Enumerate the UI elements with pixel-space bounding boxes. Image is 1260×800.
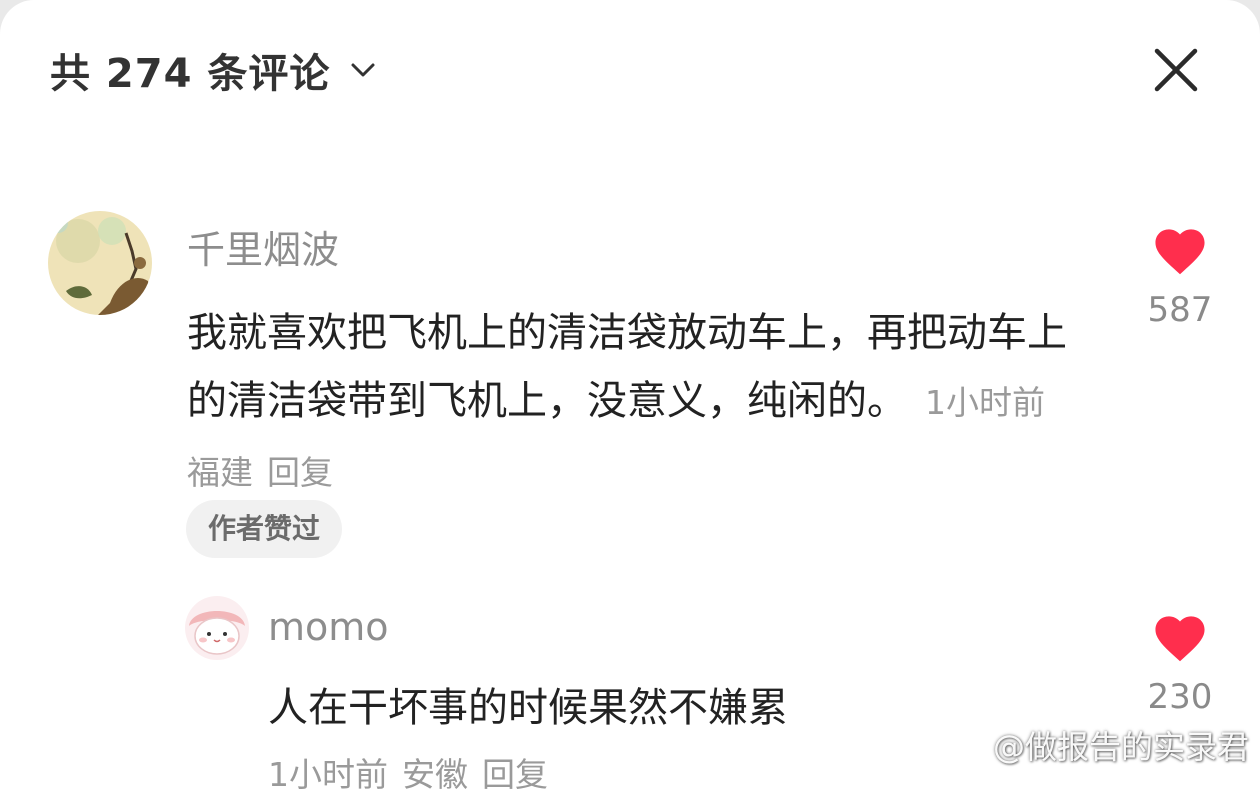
reply-like-count: 230: [1147, 677, 1213, 717]
reply-button[interactable]: 回复: [267, 453, 333, 492]
comment-body: 我就喜欢把飞机上的清洁袋放动车上，再把动车上的清洁袋带到飞机上，没意义，纯闲的。…: [187, 299, 1087, 507]
avatar[interactable]: [48, 211, 152, 315]
reply-username[interactable]: momo: [268, 605, 389, 649]
comment-count-title: 共 274 条评论: [50, 51, 331, 97]
comment-time: 1小时前: [925, 383, 1045, 422]
comments-header: 共 274 条评论: [50, 44, 376, 97]
reply-like-button[interactable]: 230: [1130, 609, 1230, 717]
reply-text: 人在干坏事的时候果然不嫌累: [268, 685, 788, 731]
comment-location: 福建: [187, 453, 253, 492]
reply-meta: 1小时前 安徽 回复: [268, 748, 562, 796]
reply-time: 1小时前: [268, 755, 388, 794]
comment-username[interactable]: 千里烟波: [187, 219, 339, 274]
chevron-down-icon[interactable]: [350, 57, 376, 83]
heart-icon: [1155, 229, 1205, 275]
weibo-logo-icon: [945, 731, 987, 762]
like-count: 587: [1147, 290, 1213, 330]
watermark: @做报告的实录君: [945, 722, 1249, 768]
watermark-text: @做报告的实录君: [993, 728, 1250, 766]
author-liked-badge: 作者赞过: [186, 500, 343, 558]
heart-icon: [1155, 616, 1205, 662]
like-button[interactable]: 587: [1130, 222, 1230, 330]
reply-location: 安徽: [402, 755, 468, 794]
reply-reply-button[interactable]: 回复: [482, 755, 548, 794]
close-icon[interactable]: [1150, 44, 1202, 96]
reply-avatar[interactable]: [185, 596, 249, 660]
comments-sheet: 共 274 条评论 千里烟波 我就喜欢把飞机上的清洁袋放动车上，再把动车上的清洁…: [0, 0, 1260, 800]
